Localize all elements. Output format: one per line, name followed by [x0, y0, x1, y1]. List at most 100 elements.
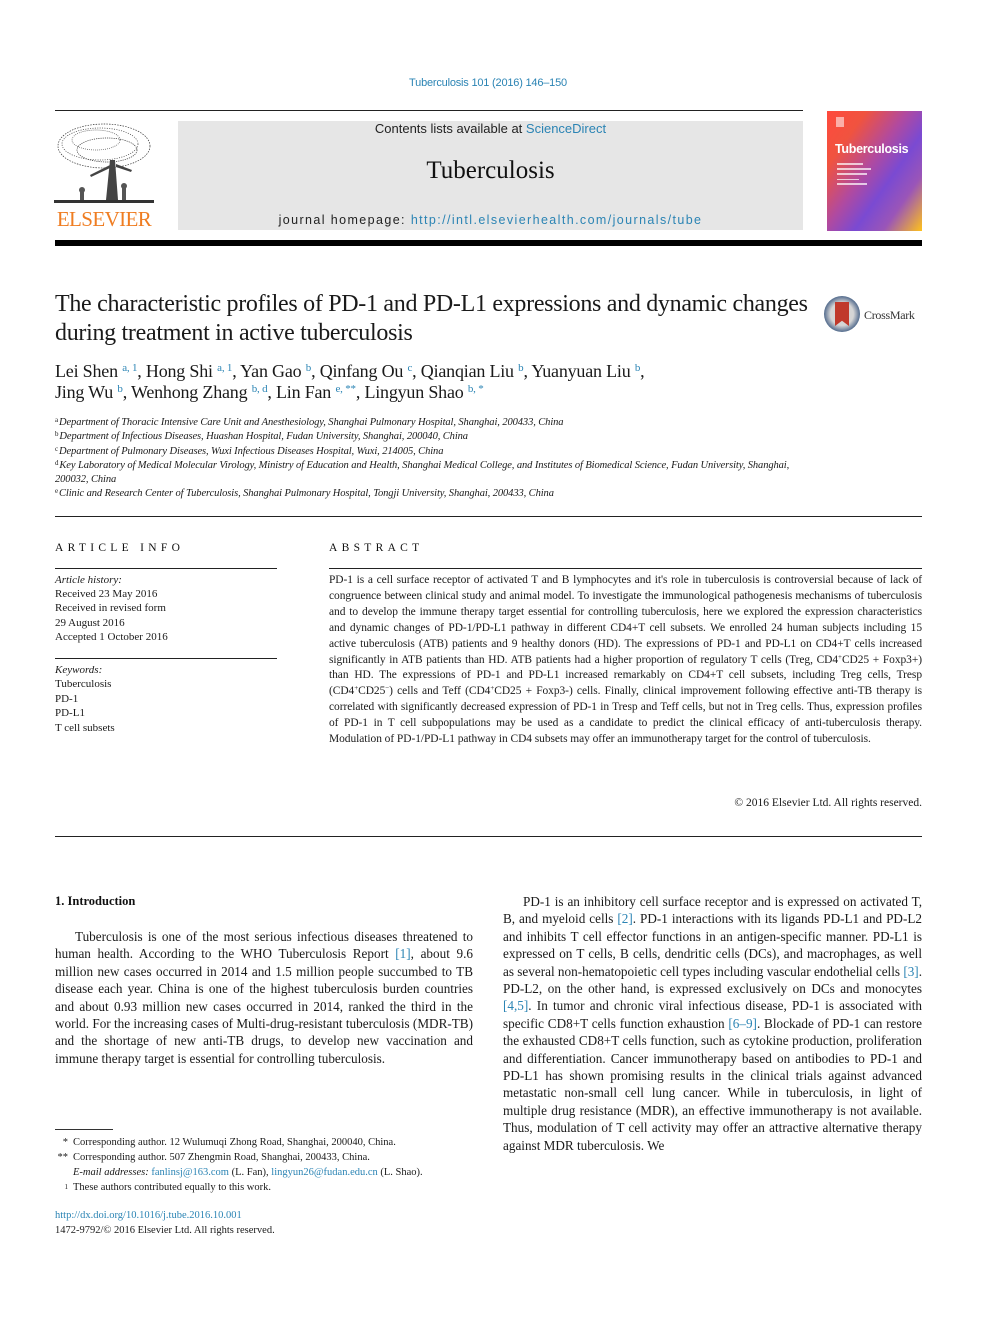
footnote-emails: E-mail addresses: fanlinsj@163.com (L. F… — [73, 1167, 423, 1178]
affiliation-mark: c — [55, 444, 59, 453]
author-affiliation-marks[interactable]: c — [407, 362, 412, 374]
affiliation: dKey Laboratory of Medical Molecular Vir… — [55, 459, 815, 488]
author-affiliation-marks[interactable]: b, * — [468, 383, 484, 395]
cover-title: Tuberculosis — [835, 142, 909, 156]
email-label: E-mail addresses: — [73, 1167, 149, 1178]
author[interactable]: Yan Gao b — [240, 361, 311, 381]
author-affiliation-marks[interactable]: b, d — [252, 383, 268, 395]
article-info-divider — [55, 568, 277, 569]
email-link-shao[interactable]: lingyun26@fudan.edu.cn — [271, 1167, 377, 1178]
citation-link[interactable]: [1] — [395, 946, 410, 961]
abstract-end-divider — [55, 836, 922, 837]
author-list: Lei Shen a, 1, Hong Shi a, 1, Yan Gao b,… — [55, 361, 645, 402]
affiliation-text: Key Laboratory of Medical Molecular Viro… — [55, 459, 790, 486]
affiliation: bDepartment of Infectious Diseases, Huas… — [55, 430, 815, 444]
affiliation-text: Department of Infectious Diseases, Huash… — [59, 431, 468, 443]
footnote-divider — [55, 1129, 113, 1130]
author[interactable]: Jing Wu b — [55, 382, 123, 402]
keyword: Tuberculosis — [55, 678, 112, 691]
affiliation-mark: e — [55, 487, 59, 496]
footnote-text: Corresponding author. 12 Wulumuqi Zhong … — [73, 1137, 396, 1148]
header-top-rule — [55, 110, 803, 111]
abstract-text: PD-1 is a cell surface receptor of activ… — [329, 574, 922, 746]
affiliation-mark: b — [55, 430, 59, 439]
author[interactable]: Lingyun Shao b, * — [364, 382, 483, 402]
author-affiliation-marks[interactable]: b — [306, 362, 312, 374]
article-title: The characteristic profiles of PD-1 and … — [55, 291, 808, 346]
history-entry: Accepted 1 October 2016 — [55, 630, 168, 643]
cover-text-line — [837, 183, 867, 185]
contents-line: Contents lists available at ScienceDirec… — [178, 121, 803, 136]
affiliation-text: Clinic and Research Center of Tuberculos… — [59, 488, 554, 500]
journal-reference-link[interactable]: Tuberculosis 101 (2016) 146–150 — [0, 77, 976, 89]
footnote-corresponding-2: ** Corresponding author. 507 Zhengmin Ro… — [55, 1150, 485, 1165]
author-name: Yan Gao — [240, 361, 302, 381]
elsevier-tree-icon — [52, 120, 156, 206]
author-affiliation-marks[interactable]: b — [635, 362, 641, 374]
history-entry: 29 August 2016 — [55, 616, 125, 629]
author-name: Jing Wu — [55, 382, 114, 402]
affiliation-text: Department of Thoracic Intensive Care Un… — [59, 417, 564, 428]
footnote-text: These authors contributed equally to thi… — [73, 1182, 271, 1193]
section-heading-introduction: 1. Introduction — [55, 894, 136, 908]
author-affiliation-marks[interactable]: a, 1 — [217, 362, 232, 374]
author-affiliation-marks[interactable]: b — [117, 383, 123, 395]
elsevier-logo[interactable]: ELSEVIER — [52, 120, 156, 232]
author-affiliation-marks[interactable]: e, ** — [335, 383, 356, 395]
abstract-copyright: © 2016 Elsevier Ltd. All rights reserved… — [734, 797, 922, 809]
author-name: Lingyun Shao — [364, 382, 464, 402]
abstract-divider — [329, 568, 922, 569]
keywords: Keywords: Tuberculosis PD-1 PD-L1 T cell… — [55, 663, 277, 735]
journal-homepage-link[interactable]: http://intl.elsevierhealth.com/journals/… — [411, 213, 703, 227]
article-history-label: Article history: — [55, 574, 122, 586]
footnote-mark: 1 — [64, 1183, 69, 1191]
citation-link[interactable]: [2] — [617, 911, 632, 926]
affiliation-mark: d — [55, 458, 59, 467]
sciencedirect-link[interactable]: ScienceDirect — [526, 121, 606, 136]
crossmark-button[interactable]: CrossMark — [824, 296, 924, 336]
author[interactable]: Qinfang Ou c — [320, 361, 413, 381]
author-affiliation-marks[interactable]: b — [518, 362, 524, 374]
affiliation-mark: a — [55, 416, 59, 424]
article-info-heading: ARTICLE INFO — [55, 542, 185, 554]
affiliations-divider — [55, 516, 922, 517]
journal-name: Tuberculosis — [426, 157, 555, 184]
author[interactable]: Lei Shen a, 1 — [55, 361, 137, 381]
cover-publisher-icon — [836, 117, 844, 127]
author-name: Qianqian Liu — [420, 361, 514, 381]
author[interactable]: Wenhong Zhang b, d — [131, 382, 268, 402]
history-entry: Received in revised form — [55, 602, 166, 615]
author[interactable]: Hong Shi a, 1 — [146, 361, 233, 381]
keywords-label: Keywords: — [55, 664, 103, 676]
keywords-divider — [55, 658, 277, 659]
doi-link[interactable]: http://dx.doi.org/10.1016/j.tube.2016.10… — [55, 1210, 242, 1221]
author-affiliation-marks[interactable]: a, 1 — [122, 362, 137, 374]
footnote-equal-contribution: 1 These authors contributed equally to t… — [55, 1180, 485, 1199]
journal-cover-image[interactable]: Tuberculosis — [827, 111, 922, 231]
homepage-prefix: journal homepage: — [278, 213, 411, 227]
journal-homepage-line: journal homepage: http://intl.elsevierhe… — [178, 213, 803, 227]
citation-link[interactable]: [6–9] — [728, 1016, 757, 1031]
citation-link[interactable]: [3] — [903, 964, 918, 979]
introduction-paragraph-1: Tuberculosis is one of the most serious … — [55, 929, 473, 1066]
affiliation-list: aDepartment of Thoracic Intensive Care U… — [55, 416, 815, 502]
author[interactable]: Qianqian Liu b — [421, 361, 524, 381]
elsevier-wordmark: ELSEVIER — [56, 207, 152, 231]
email-link-fan[interactable]: fanlinsj@163.com — [151, 1167, 229, 1178]
footnote-text: Corresponding author. 507 Zhengmin Road,… — [73, 1152, 370, 1163]
keyword: T cell subsets — [55, 721, 115, 734]
author-name: Lin Fan — [276, 382, 332, 402]
author[interactable]: Lin Fan e, ** — [276, 382, 356, 402]
footnotes: * Corresponding author. 12 Wulumuqi Zhon… — [55, 1135, 485, 1199]
author-name: Lei Shen — [55, 361, 118, 381]
footnote-mark: * — [62, 1137, 68, 1148]
citation-link[interactable]: [4,5] — [503, 998, 528, 1013]
cover-text-line — [837, 173, 867, 175]
issn-copyright: 1472-9792/© 2016 Elsevier Ltd. All right… — [55, 1225, 275, 1236]
keyword: PD-L1 — [55, 707, 85, 720]
author-name: Yuanyuan Liu — [531, 361, 631, 381]
footnote-mark: ** — [57, 1152, 69, 1163]
article-history: Article history: Received 23 May 2016 Re… — [55, 573, 277, 644]
keyword: PD-1 — [55, 692, 79, 705]
author[interactable]: Yuanyuan Liu b — [531, 361, 640, 381]
